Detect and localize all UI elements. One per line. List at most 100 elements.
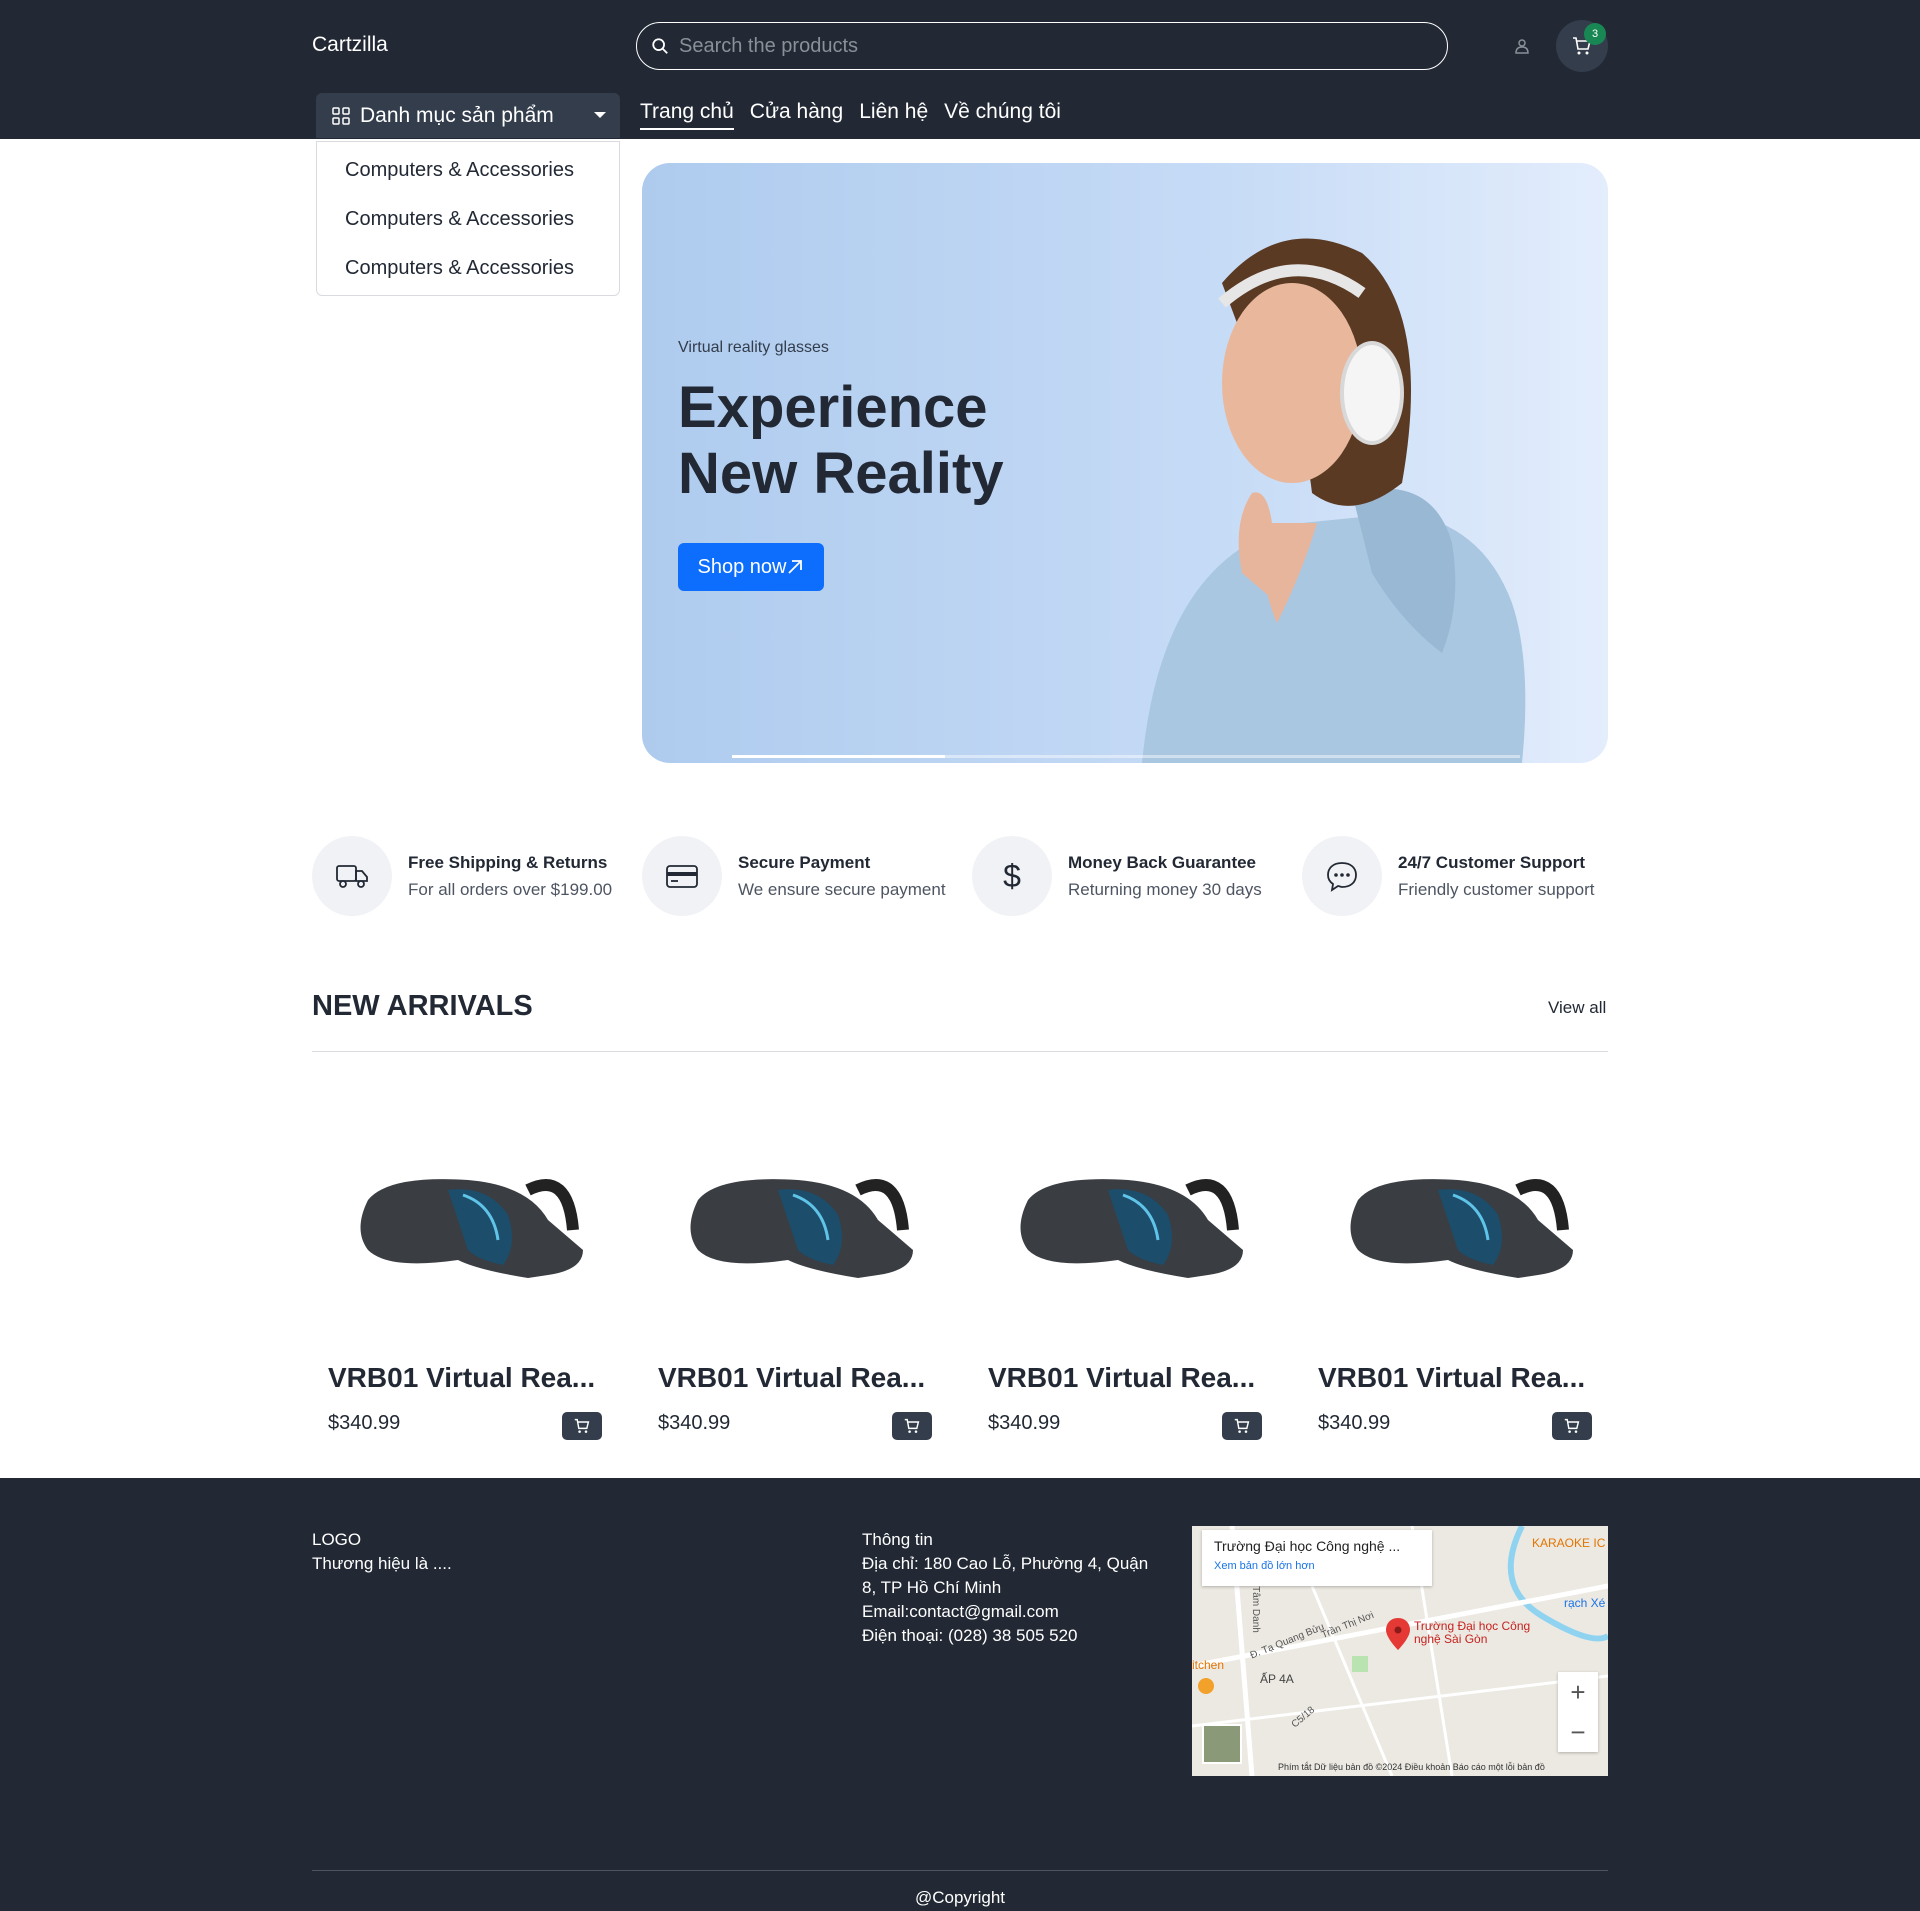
product-card[interactable]: VRB01 Virtual Rea... $340.99 [972,1090,1272,1450]
nav-home[interactable]: Trang chủ [640,100,734,130]
product-price: $340.99 [328,1412,401,1434]
product-name[interactable]: VRB01 Virtual Rea... [328,1362,618,1394]
feature-icon-wrap [312,836,392,916]
hero-title: Experience New Reality [678,375,1004,506]
map-place-card: Trường Đại học Công nghệ ... Xem bản đồ … [1202,1530,1432,1586]
footer-brand: LOGO Thương hiệu là .... [312,1528,452,1576]
feature-title: 24/7 Customer Support [1398,852,1586,872]
category-dropdown-menu: Computers & Accessories Computers & Acce… [316,141,620,296]
category-button-label: Danh mục sản phẩm [360,103,554,127]
product-price: $340.99 [658,1412,731,1434]
add-to-cart-button[interactable] [1222,1412,1262,1440]
cart-icon [904,1418,920,1433]
cart-icon [1234,1418,1250,1433]
user-icon [1515,39,1529,54]
view-all-link[interactable]: View all [1548,998,1606,1018]
product-card[interactable]: VRB01 Virtual Rea... $340.99 [642,1090,942,1450]
zoom-in-button[interactable]: + [1558,1672,1598,1712]
product-image [1020,1179,1243,1278]
embedded-map[interactable]: KARAOKE IC rạch Xé Tâm Danh Đ. Tạ Quang … [1192,1526,1608,1776]
category-dropdown-button[interactable]: Danh mục sản phẩm [316,93,620,138]
feature-icon-wrap [642,836,722,916]
site-header: Cartzilla 3 Danh mục sản phẩm Trang chủ … [0,0,1920,139]
category-item[interactable]: Computers & Accessories [317,146,619,195]
feature-icon-wrap [1302,836,1382,916]
footer-info-title: Thông tin [862,1530,933,1549]
nav-about[interactable]: Về chúng tôi [944,100,1061,130]
section-divider [312,1051,1608,1052]
footer-logo: LOGO [312,1530,362,1549]
search-bar[interactable] [636,22,1448,70]
hero-eyebrow: Virtual reality glasses [678,339,829,356]
arrow-up-right-icon [788,560,803,574]
zoom-out-button[interactable]: − [1558,1712,1598,1752]
cart-count-badge: 3 [1584,23,1606,45]
dollar-icon: $ [1003,857,1021,894]
copyright: @Copyright [914,1888,1005,1907]
add-to-cart-button[interactable] [562,1412,602,1440]
footer-phone: Điện thoại: (028) 38 505 520 [862,1626,1078,1645]
chat-icon [1327,862,1357,892]
map-zoom-controls: + − [1558,1672,1598,1752]
product-name[interactable]: VRB01 Virtual Rea... [658,1362,948,1394]
product-image [1350,1179,1573,1278]
section-title: NEW ARRIVALS [312,990,533,1022]
slide-progress [732,755,1520,758]
feature-subtitle: We ensure secure payment [738,879,946,899]
product-card[interactable]: VRB01 Virtual Rea... $340.99 [312,1090,612,1450]
map-place-name: Trường Đại học Công nghệ ... [1214,1538,1401,1554]
slide-progress-fill [732,755,945,758]
product-price: $340.99 [1318,1412,1391,1434]
feature-subtitle: Returning money 30 days [1068,879,1262,899]
feature-title: Secure Payment [738,852,871,872]
footer-tagline: Thương hiệu là .... [312,1554,452,1573]
site-footer: LOGO Thương hiệu là .... Thông tin Địa c… [0,1478,1920,1911]
account-button[interactable] [1510,34,1534,58]
product-name[interactable]: VRB01 Virtual Rea... [1318,1362,1608,1394]
nav-shop[interactable]: Cửa hàng [750,100,843,130]
product-name[interactable]: VRB01 Virtual Rea... [988,1362,1278,1394]
cart-icon [1564,1418,1580,1433]
site-logo[interactable]: Cartzilla [312,33,388,57]
product-grid: VRB01 Virtual Rea... $340.99 VRB01 Virtu… [312,1090,1608,1450]
map-label: ẤP 4A [1260,1672,1294,1686]
feature-title: Money Back Guarantee [1068,852,1257,872]
footer-address: Địa chỉ: 180 Cao Lỗ, Phường 4, Quận 8, T… [862,1554,1149,1597]
category-item[interactable]: Computers & Accessories [317,244,619,293]
product-card[interactable]: VRB01 Virtual Rea... $340.99 [1302,1090,1602,1450]
product-image [360,1179,583,1278]
footer-info: Thông tin Địa chỉ: 180 Cao Lỗ, Phường 4,… [862,1528,1162,1648]
map-label: Tâm Danh [1249,1586,1261,1633]
nav-contact[interactable]: Liên hệ [859,100,928,130]
map-pin-label: Trường Đại học Công nghệ Sài Gòn [1414,1619,1531,1646]
hero-image [1142,238,1526,763]
add-to-cart-button[interactable] [1552,1412,1592,1440]
category-item[interactable]: Computers & Accessories [317,195,619,244]
add-to-cart-button[interactable] [892,1412,932,1440]
feature-payment: Secure Payment We ensure secure payment [642,836,946,916]
grid-icon [332,106,350,125]
feature-title: Free Shipping & Returns [408,852,608,872]
product-image [690,1179,913,1278]
footer-divider [312,1870,1608,1871]
cart-icon [574,1418,590,1433]
satellite-toggle[interactable] [1202,1724,1242,1764]
feature-subtitle: Friendly customer support [1398,879,1595,899]
feature-icon-wrap: $ [972,836,1052,916]
search-icon [652,38,668,54]
shop-now-button[interactable]: Shop now [678,543,824,591]
map-label: itchen [1192,1658,1225,1672]
search-input[interactable] [679,34,1379,58]
truck-icon [336,865,368,888]
map-attribution: Phím tắt Dữ liệu bản đồ ©2024 Điều khoản… [1278,1762,1545,1772]
feature-subtitle: For all orders over $199.00 [408,879,613,899]
map-label: KARAOKE IC [1532,1536,1606,1550]
hero-banner: Virtual reality glasses Experience New R… [642,163,1608,763]
product-price: $340.99 [988,1412,1061,1434]
caret-down-icon [594,112,606,118]
map-label: rạch Xé [1564,1596,1606,1610]
map-larger-link[interactable]: Xem bản đồ lớn hơn [1214,1560,1420,1572]
feature-shipping: Free Shipping & Returns For all orders o… [312,836,612,916]
main-nav: Trang chủ Cửa hàng Liên hệ Về chúng tôi [640,100,1077,130]
shop-now-label: Shop now [697,555,787,578]
